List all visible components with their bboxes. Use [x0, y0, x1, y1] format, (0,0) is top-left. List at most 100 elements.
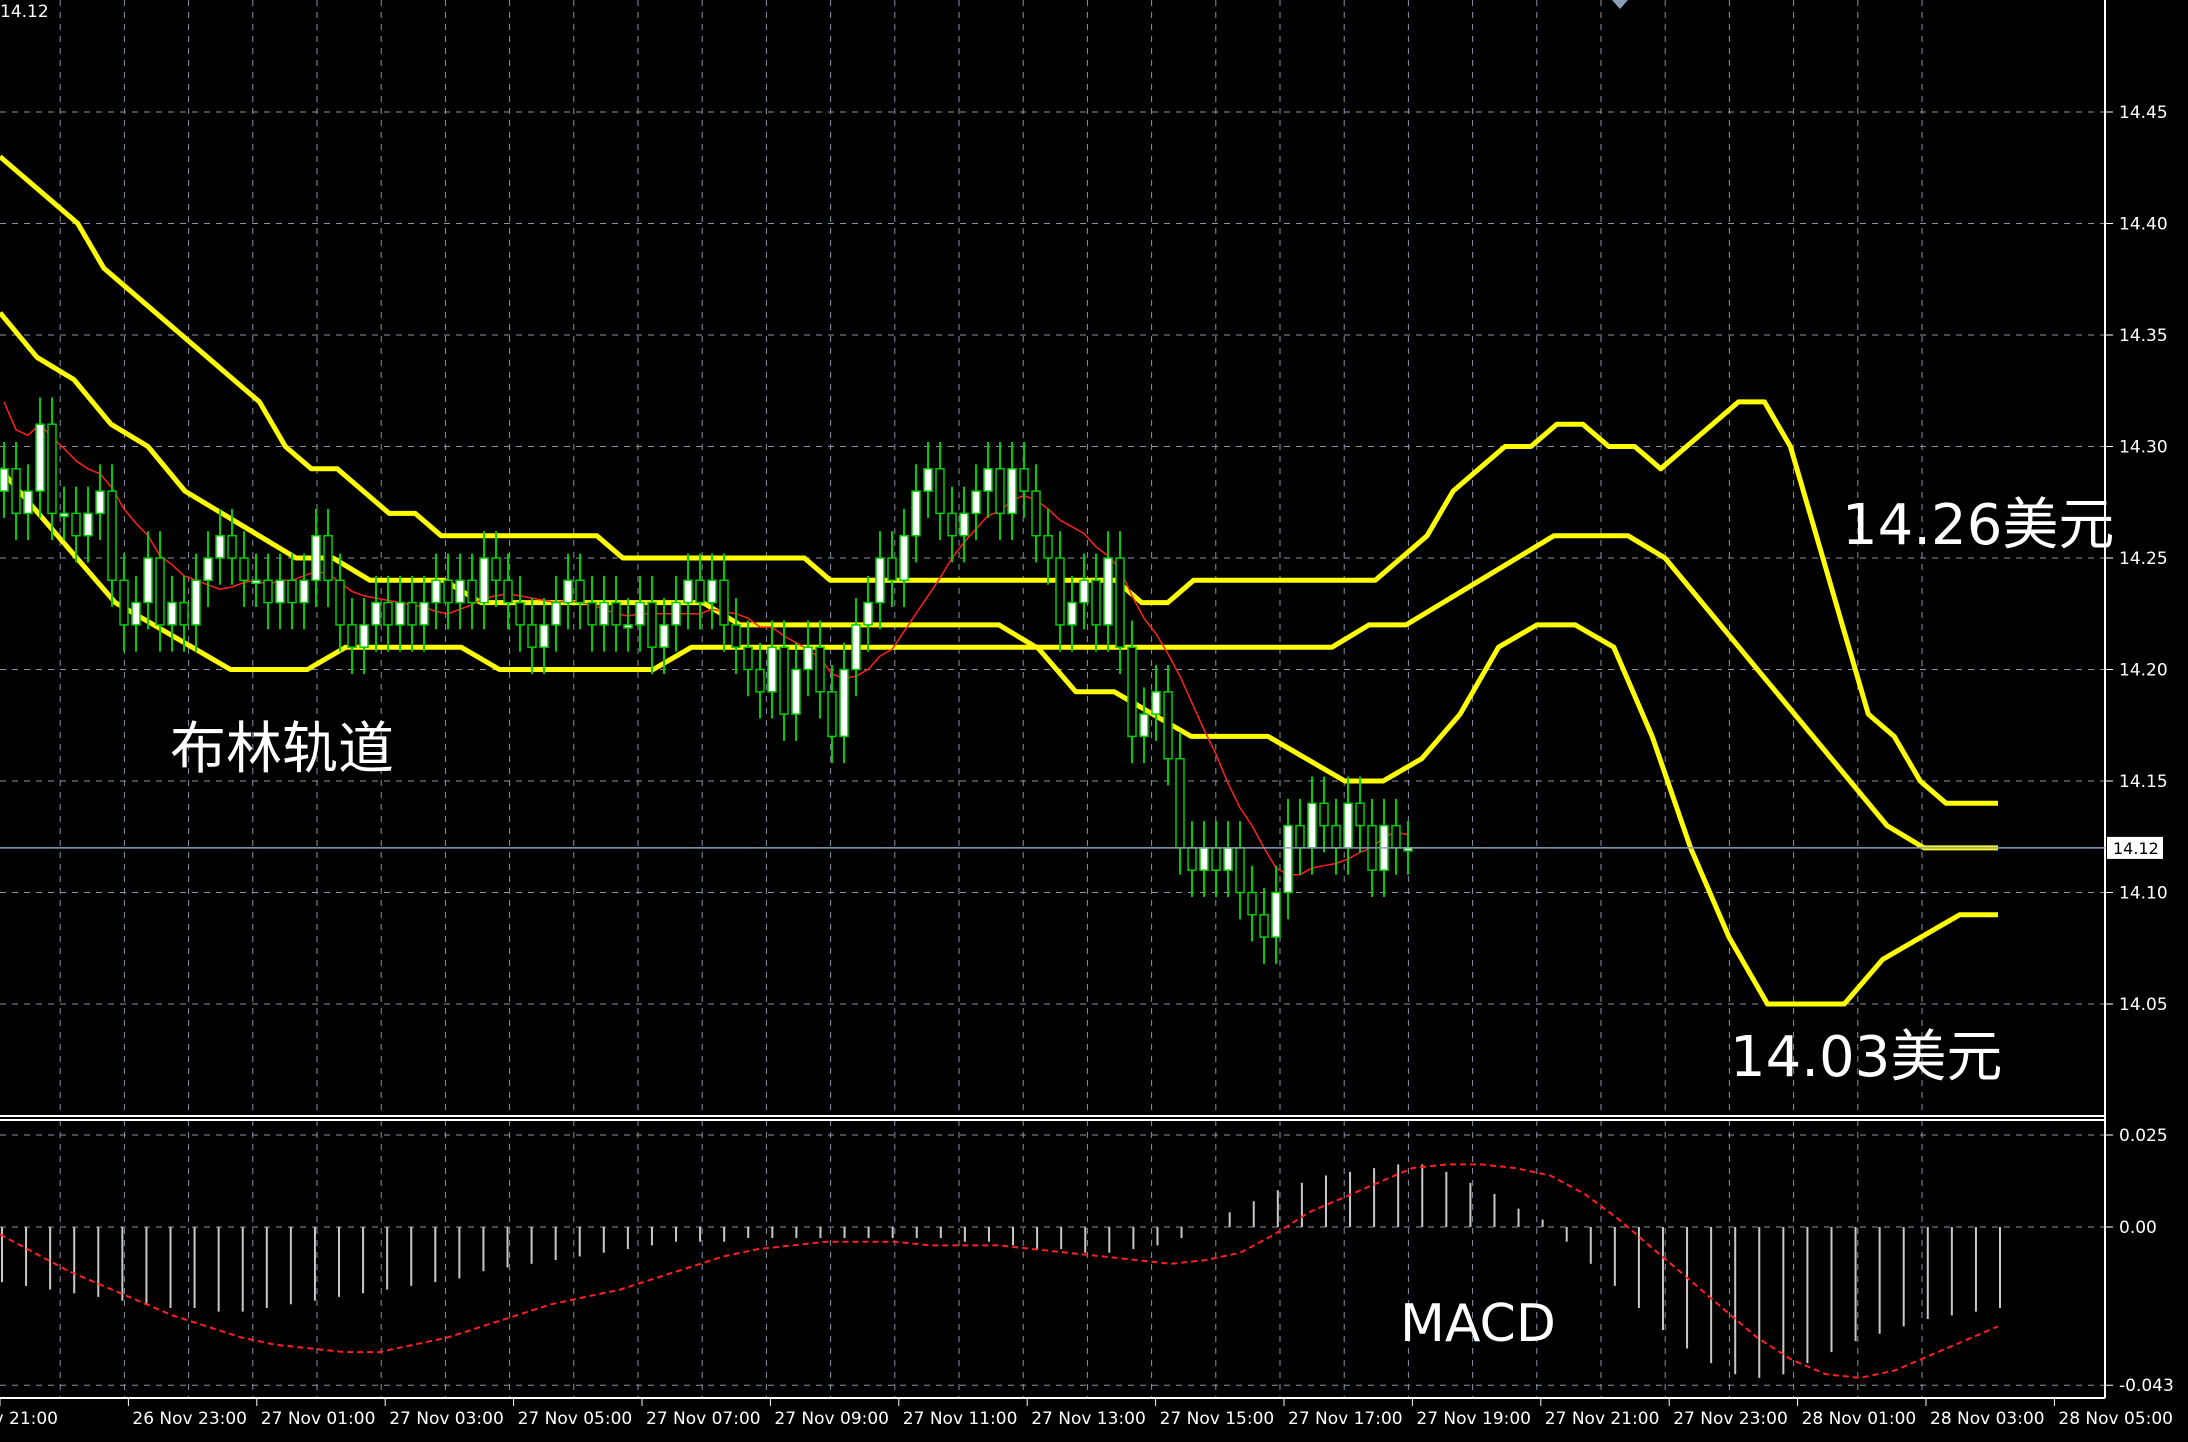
candle-body-up: [35, 423, 45, 492]
candle-body-up: [419, 601, 429, 626]
candle-body-down: [1211, 847, 1221, 871]
time-tick-label: 27 Nov 21:00: [1545, 1409, 1660, 1429]
candle-body-up: [767, 646, 777, 693]
candle-body-up: [1139, 713, 1149, 738]
candle-body-down: [1055, 557, 1065, 626]
candle-body-up: [911, 490, 921, 537]
candle-body-down: [443, 579, 453, 604]
candle-body-up: [1079, 579, 1089, 604]
candle-body-down: [611, 601, 621, 626]
price-tick-label: 14.25: [2119, 549, 2168, 569]
candle-body-down: [1091, 579, 1101, 626]
price-tick-label: 14.30: [2119, 438, 2168, 458]
time-tick-label: 28 Nov 03:00: [1930, 1409, 2045, 1429]
candle-body-down: [47, 423, 57, 515]
candle-body-up: [0, 468, 9, 492]
candle-body-down: [71, 512, 81, 537]
candle-body-down: [1235, 847, 1245, 894]
candle-body-down: [239, 557, 249, 582]
candle-body-up: [1067, 601, 1077, 626]
candle-body-up: [623, 624, 633, 629]
candle-body-up: [671, 601, 681, 626]
corner-price: 14.12: [0, 2, 49, 22]
time-tick-label: 27 Nov 09:00: [774, 1409, 889, 1429]
upper-band-annotation: 14.26美元: [1842, 493, 2115, 558]
candle-body-up: [167, 601, 177, 626]
candle-body-up: [371, 601, 381, 626]
time-tick-label: 27 Nov 17:00: [1288, 1409, 1403, 1429]
macd-tick-label: -0.043: [2119, 1376, 2174, 1396]
candle-body-down: [1019, 468, 1029, 492]
candle-body-up: [1007, 468, 1017, 515]
time-tick-label: 27 Nov 23:00: [1673, 1409, 1788, 1429]
candle-body-down: [1043, 534, 1053, 559]
candle-body-up: [191, 579, 201, 626]
candle-body-down: [1175, 757, 1185, 849]
candle-body-down: [1127, 646, 1137, 738]
time-tick-label: 27 Nov 19:00: [1416, 1409, 1531, 1429]
candle-body-down: [935, 468, 945, 515]
price-tick-label: 14.45: [2119, 103, 2168, 123]
candle-body-down: [11, 468, 21, 515]
candle-body-down: [491, 557, 501, 582]
candle-body-up: [95, 490, 105, 515]
candle-body-down: [1319, 802, 1329, 827]
lower-band-annotation: 14.03美元: [1730, 1025, 2003, 1090]
candle-body-up: [479, 557, 489, 604]
candle-body-down: [179, 601, 189, 626]
candle-body-down: [527, 624, 537, 648]
candle-body-up: [359, 624, 369, 648]
candle-body-down: [1187, 847, 1197, 871]
candle-body-down: [155, 557, 165, 626]
time-tick-label: 27 Nov 13:00: [1031, 1409, 1146, 1429]
candle-body-down: [1331, 824, 1341, 849]
price-tick-label: 14.05: [2119, 995, 2168, 1015]
candle-body-up: [923, 468, 933, 492]
candle-body-up: [251, 579, 261, 585]
candle-body-up: [551, 601, 561, 626]
candle-body-down: [407, 601, 417, 626]
candle-body-up: [791, 668, 801, 715]
candle-body-down: [119, 579, 129, 626]
candle-body-down: [383, 601, 393, 626]
candle-body-down: [1391, 824, 1401, 849]
candle-body-up: [311, 534, 321, 582]
candle-body-down: [287, 579, 297, 604]
candle-body-down: [755, 668, 765, 693]
candle-body-up: [707, 579, 717, 604]
macd-tick-label: 0.00: [2119, 1218, 2157, 1238]
candle-body-up: [959, 512, 969, 537]
time-tick-label: 27 Nov 01:00: [261, 1409, 376, 1429]
time-tick-label: 27 Nov 11:00: [903, 1409, 1018, 1429]
candle-body-down: [743, 646, 753, 671]
candle-body-down: [1163, 691, 1173, 760]
candle-body-up: [851, 624, 861, 671]
time-tick-label: 26 Nov 23:00: [132, 1409, 247, 1429]
candle-body-up: [659, 624, 669, 648]
candle-body-up: [635, 601, 645, 626]
candle-body-up: [863, 601, 873, 626]
candle-body-up: [455, 579, 465, 604]
price-tick-label: 14.15: [2119, 772, 2168, 792]
candle-body-down: [827, 691, 837, 738]
candle-body-down: [815, 646, 825, 693]
time-tick-label: 27 Nov 05:00: [518, 1409, 633, 1429]
candle-body-up: [971, 490, 981, 515]
macd-label: MACD: [1400, 1294, 1556, 1354]
candle-body-up: [395, 601, 405, 626]
candle-body-down: [1295, 824, 1305, 849]
candle-body-up: [875, 557, 885, 604]
candle-body-up: [131, 601, 141, 626]
candle-body-down: [1031, 490, 1041, 537]
candle-body-down: [995, 468, 1005, 515]
candle-body-up: [1151, 691, 1161, 715]
candle-body-up: [899, 534, 909, 582]
candle-body-up: [23, 490, 33, 515]
candle-body-up: [59, 512, 69, 518]
candle-body-down: [1355, 802, 1365, 827]
bollinger-label: 布林轨道: [170, 717, 394, 782]
candle-body-up: [431, 579, 441, 604]
candle-body-up: [203, 557, 213, 582]
candle-body-down: [587, 601, 597, 626]
current-price-tag-label: 14.12: [2113, 839, 2159, 858]
